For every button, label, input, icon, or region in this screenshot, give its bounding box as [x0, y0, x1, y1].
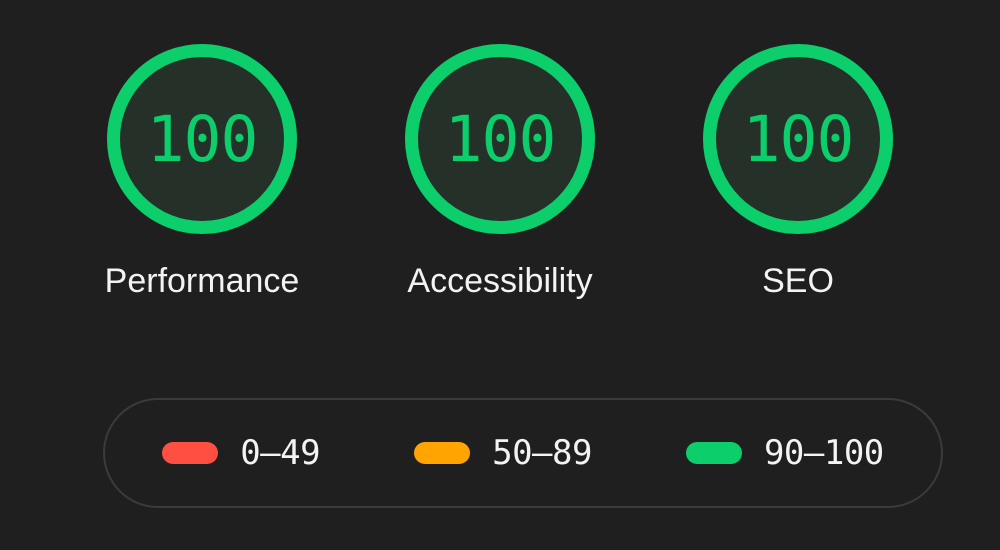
gauge-performance[interactable]: 100 Performance — [102, 44, 302, 298]
legend-item-pass: 90–100 — [685, 433, 884, 473]
legend-pill-fail-icon — [162, 442, 219, 464]
gauge-ring-accessibility: 100 — [405, 44, 595, 234]
lighthouse-score-panel: 100 Performance 100 Accessibility 100 SE… — [0, 0, 1000, 550]
gauge-score-performance: 100 — [146, 102, 259, 176]
legend-item-average: 50–89 — [414, 436, 592, 470]
legend-pill-pass-icon — [685, 442, 742, 464]
legend-label-pass: 90–100 — [763, 433, 884, 473]
gauge-seo[interactable]: 100 SEO — [698, 44, 898, 298]
gauge-ring-seo: 100 — [703, 44, 893, 234]
legend-label-fail: 0–49 — [240, 433, 321, 473]
gauge-label-seo: SEO — [762, 262, 834, 300]
gauge-score-accessibility: 100 — [444, 102, 557, 176]
legend-pill-average-icon — [414, 442, 471, 464]
gauge-label-accessibility: Accessibility — [407, 262, 593, 300]
legend-label-average: 50–89 — [492, 433, 592, 473]
score-legend: 0–49 50–89 90–100 — [103, 398, 943, 508]
gauge-label-performance: Performance — [104, 262, 300, 300]
gauge-accessibility[interactable]: 100 Accessibility — [400, 44, 600, 298]
score-gauges-row: 100 Performance 100 Accessibility 100 SE… — [0, 44, 1000, 298]
gauge-ring-performance: 100 — [107, 44, 297, 234]
legend-item-fail: 0–49 — [162, 433, 321, 473]
gauge-score-seo: 100 — [742, 102, 855, 176]
